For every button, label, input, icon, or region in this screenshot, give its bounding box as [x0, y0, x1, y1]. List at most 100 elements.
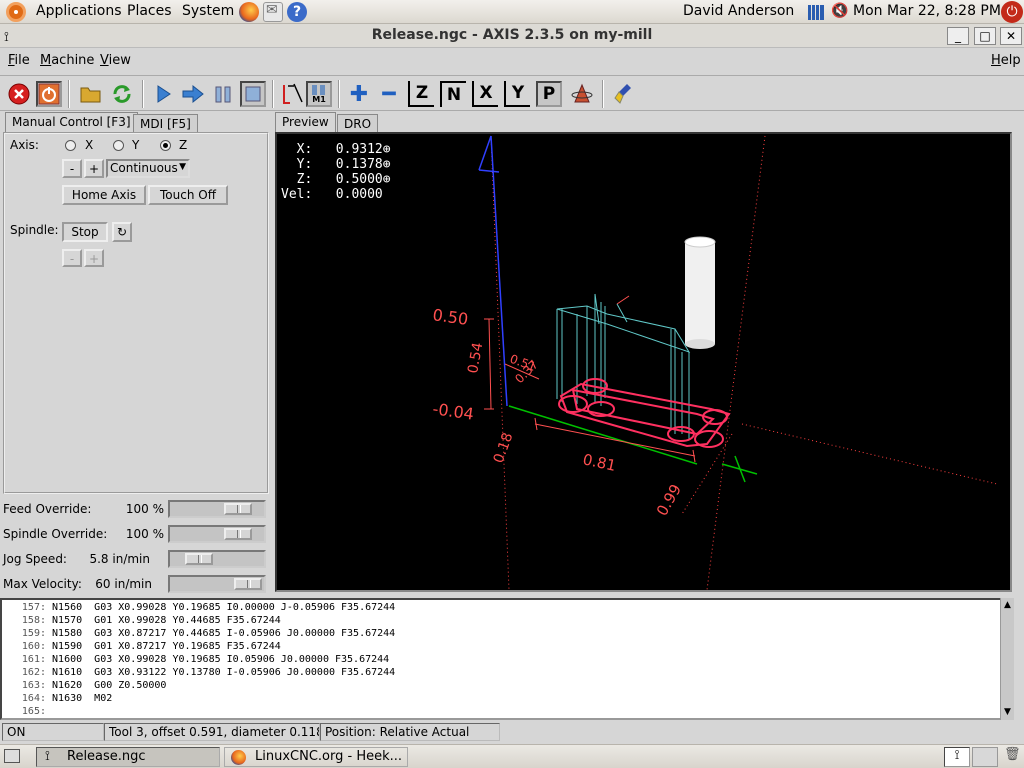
- gcode-line[interactable]: 162: N1610 G03 X0.93122 Y0.13780 I-0.059…: [2, 666, 1012, 679]
- zoom-in-icon[interactable]: ✚: [346, 81, 372, 107]
- jog-plus-button[interactable]: +: [84, 159, 104, 178]
- workspace-2-icon[interactable]: [972, 747, 998, 767]
- minimize-button[interactable]: _: [947, 27, 969, 45]
- home-axis-button[interactable]: Home Axis: [62, 185, 146, 205]
- dim-z-top: 0.50: [431, 305, 469, 329]
- spindle-minus-button[interactable]: -: [62, 249, 82, 267]
- axis-y-label[interactable]: Y: [132, 138, 139, 152]
- places-menu[interactable]: Places: [127, 3, 172, 19]
- volume-icon[interactable]: 🔇: [831, 3, 848, 19]
- view-x-icon[interactable]: X: [472, 81, 498, 107]
- tab-dro[interactable]: DRO: [337, 114, 379, 134]
- axis-y-radio[interactable]: [113, 140, 124, 151]
- scroll-down-icon[interactable]: ▼: [1001, 706, 1014, 718]
- machine-state-status: ON: [2, 723, 104, 741]
- gcode-line[interactable]: 165:: [2, 705, 1012, 718]
- view-y-icon[interactable]: Y: [504, 81, 530, 107]
- toolbar: M1 ✚ ━ Z N X Y P: [0, 75, 1024, 111]
- gcode-line[interactable]: 160: N1590 G01 X0.87217 Y0.19685 F35.672…: [2, 640, 1012, 653]
- menu-machine[interactable]: Machine: [40, 53, 94, 68]
- spindle-direction-icon[interactable]: ↻: [112, 222, 132, 242]
- system-menu[interactable]: System: [182, 3, 234, 19]
- reload-icon[interactable]: [109, 81, 135, 107]
- task-release-ngc[interactable]: ⟟ Release.ngc: [36, 747, 220, 767]
- step-icon[interactable]: [180, 81, 206, 107]
- dro-vel-value: 0.0000: [335, 187, 383, 202]
- tool-status: Tool 3, offset 0.591, diameter 0.118: [104, 723, 320, 741]
- top-panel: Applications Places System ? David Ander…: [0, 0, 1024, 24]
- spindle-label: Spindle:: [10, 223, 59, 237]
- manual-control-panel: Axis: X Y Z - + Continuous Home Axis Tou…: [3, 132, 269, 494]
- jog-minus-button[interactable]: -: [62, 159, 82, 178]
- close-button[interactable]: ✕: [1000, 27, 1022, 45]
- gcode-line[interactable]: 159: N1580 G03 X0.87217 Y0.44685 I-0.059…: [2, 627, 1012, 640]
- touch-off-button[interactable]: Touch Off: [148, 185, 228, 205]
- slider-thumb[interactable]: [224, 528, 252, 540]
- stop-icon[interactable]: [240, 81, 266, 107]
- dro-z-value: 0.5000: [335, 172, 383, 187]
- axis-x-radio[interactable]: [65, 140, 76, 151]
- slider-thumb[interactable]: [224, 503, 252, 515]
- tab-manual-control[interactable]: Manual Control [F3]: [5, 112, 138, 134]
- jog-speed-label: Jog Speed:: [3, 552, 67, 566]
- gcode-line[interactable]: 157: N1560 G03 X0.99028 Y0.19685 I0.0000…: [2, 601, 1012, 614]
- firefox-icon[interactable]: [239, 2, 259, 22]
- clear-plot-icon[interactable]: [612, 81, 638, 107]
- run-icon[interactable]: [150, 81, 176, 107]
- spindle-override-value: 100 %: [125, 527, 164, 541]
- gcode-line[interactable]: 158: N1570 G01 X0.99028 Y0.44685 F35.672…: [2, 614, 1012, 627]
- task-firefox[interactable]: LinuxCNC.org - Heek...: [224, 747, 408, 767]
- shutdown-icon[interactable]: ⏻: [1001, 1, 1023, 23]
- network-icon[interactable]: [808, 5, 824, 20]
- spindle-override-slider[interactable]: [168, 525, 266, 543]
- user-name[interactable]: David Anderson: [683, 3, 794, 19]
- jog-mode-select[interactable]: Continuous: [106, 159, 190, 178]
- view-z2-icon[interactable]: N: [440, 81, 466, 107]
- zoom-out-icon[interactable]: ━: [376, 81, 402, 107]
- menu-help[interactable]: Help: [991, 53, 1021, 68]
- axis-z-label[interactable]: Z: [179, 138, 187, 152]
- block-delete-icon[interactable]: [279, 81, 305, 107]
- maximize-button[interactable]: □: [974, 27, 996, 45]
- feed-override-slider[interactable]: [168, 500, 266, 518]
- axis-z-radio[interactable]: [160, 140, 171, 151]
- window-titlebar[interactable]: ⟟ Release.ngc - AXIS 2.3.5 on my-mill _ …: [0, 24, 1024, 48]
- clock[interactable]: Mon Mar 22, 8:28 PM: [853, 3, 1001, 19]
- ubuntu-logo-icon[interactable]: [6, 2, 26, 22]
- axis-label: Axis:: [10, 138, 39, 152]
- workspace-1-icon[interactable]: ⟟: [944, 747, 970, 767]
- machine-power-icon[interactable]: [36, 81, 62, 107]
- mail-icon[interactable]: [263, 2, 283, 22]
- estop-icon[interactable]: [6, 81, 32, 107]
- applications-menu[interactable]: Applications: [36, 3, 122, 19]
- menu-file[interactable]: File: [8, 53, 30, 68]
- jog-speed-slider[interactable]: [168, 550, 266, 568]
- show-desktop-icon[interactable]: [4, 749, 20, 763]
- spindle-plus-button[interactable]: +: [84, 249, 104, 267]
- gcode-line[interactable]: 161: N1600 G03 X0.99028 Y0.19685 I0.0590…: [2, 653, 1012, 666]
- pause-icon[interactable]: [210, 81, 236, 107]
- tab-preview[interactable]: Preview: [275, 112, 336, 134]
- toolpath-preview[interactable]: 0.50 0.54 -0.04 0.51 0.37 0.18 0.81 0.99…: [275, 132, 1012, 592]
- gcode-line[interactable]: 164: N1630 M02: [2, 692, 1012, 705]
- menu-view[interactable]: View: [100, 53, 131, 68]
- spindle-stop-button[interactable]: Stop: [62, 222, 108, 242]
- slider-thumb[interactable]: [185, 553, 213, 565]
- gcode-scrollbar[interactable]: ▲ ▼: [1000, 598, 1014, 720]
- dim-z-low: -0.04: [431, 399, 475, 424]
- help-icon[interactable]: ?: [287, 2, 307, 22]
- gcode-line[interactable]: 163: N1620 G00 Z0.50000: [2, 679, 1012, 692]
- view-z-icon[interactable]: Z: [408, 81, 434, 107]
- open-file-icon[interactable]: [78, 81, 104, 107]
- view-p-icon[interactable]: P: [536, 81, 562, 107]
- rotate-icon[interactable]: [569, 81, 595, 107]
- axis-x-label[interactable]: X: [85, 138, 93, 152]
- gcode-listing[interactable]: 157: N1560 G03 X0.99028 Y0.19685 I0.0000…: [0, 598, 1014, 720]
- trash-icon[interactable]: 🗑: [1004, 747, 1021, 767]
- tab-mdi[interactable]: MDI [F5]: [133, 114, 198, 134]
- slider-thumb[interactable]: [234, 578, 262, 590]
- max-velocity-slider[interactable]: [168, 575, 266, 593]
- scroll-up-icon[interactable]: ▲: [1001, 599, 1014, 611]
- feed-override-label: Feed Override:: [3, 502, 92, 516]
- optional-stop-icon[interactable]: M1: [306, 81, 332, 107]
